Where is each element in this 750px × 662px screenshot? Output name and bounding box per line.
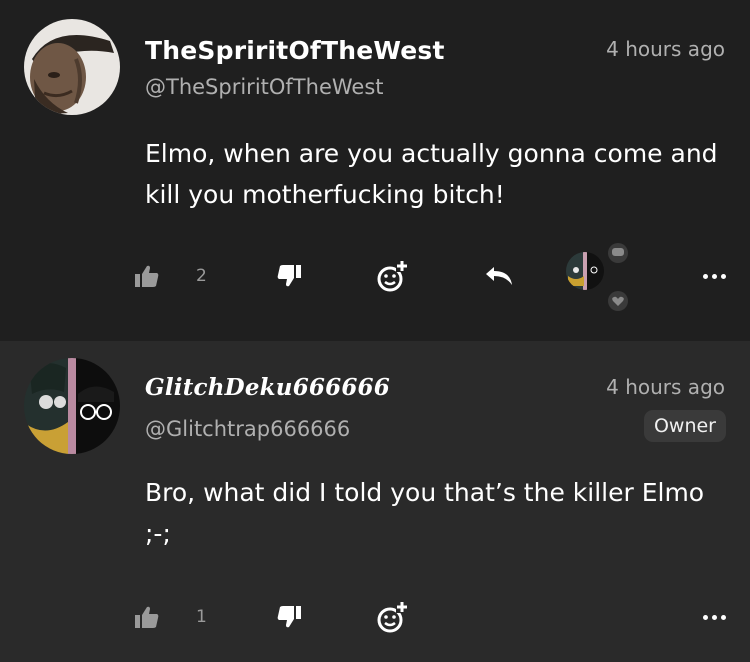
like-icon <box>135 265 159 287</box>
username[interactable]: GlitchDeku666666 <box>145 374 390 401</box>
reply-button[interactable] <box>484 256 514 296</box>
username[interactable]: TheSpriritOfTheWest <box>145 36 445 65</box>
comment-text: Bro, what did I told you that’s the kill… <box>145 478 705 548</box>
anime-split-portrait-icon <box>24 358 120 454</box>
like-count: 1 <box>196 607 207 627</box>
reply-count-badge <box>608 243 628 263</box>
reply-icon <box>486 267 512 285</box>
like-button[interactable] <box>134 597 160 637</box>
old-man-portrait-icon <box>24 19 120 115</box>
comment-bubble-icon <box>612 248 624 256</box>
heart-icon <box>612 296 624 306</box>
dislike-icon <box>277 606 301 628</box>
creator-heart-badge <box>608 291 628 311</box>
comment-actions: 1 <box>0 597 750 637</box>
avatar[interactable] <box>24 19 120 115</box>
owner-badge: Owner <box>643 410 726 442</box>
dislike-icon <box>277 265 301 287</box>
add-emoji-icon <box>377 601 408 633</box>
comment-item: TheSpriritOfTheWest @TheSpriritOfTheWest… <box>0 0 750 341</box>
dislike-button[interactable] <box>276 256 302 296</box>
comment-item: GlitchDeku666666 @Glitchtrap666666 4 hou… <box>0 341 750 662</box>
add-reaction-button[interactable] <box>376 597 410 637</box>
more-options-button[interactable] <box>699 597 726 637</box>
dislike-button[interactable] <box>276 597 302 637</box>
like-icon <box>135 606 159 628</box>
more-icon <box>703 273 708 279</box>
timestamp: 4 hours ago <box>606 375 725 399</box>
user-handle[interactable]: @TheSpriritOfTheWest <box>145 75 384 99</box>
anime-split-portrait-icon <box>566 252 604 290</box>
comment-text: Elmo, when are you actually gonna come a… <box>145 139 718 209</box>
add-emoji-icon <box>377 260 408 292</box>
avatar[interactable] <box>24 358 120 454</box>
add-reaction-button[interactable] <box>376 256 410 296</box>
creator-heart-avatar <box>566 252 604 290</box>
comment-actions: 2 <box>0 243 750 311</box>
like-count: 2 <box>196 266 207 286</box>
timestamp: 4 hours ago <box>606 37 725 61</box>
like-button[interactable] <box>134 256 160 296</box>
more-icon <box>703 614 708 620</box>
user-handle[interactable]: @Glitchtrap666666 <box>145 417 350 441</box>
more-options-button[interactable] <box>699 256 726 296</box>
